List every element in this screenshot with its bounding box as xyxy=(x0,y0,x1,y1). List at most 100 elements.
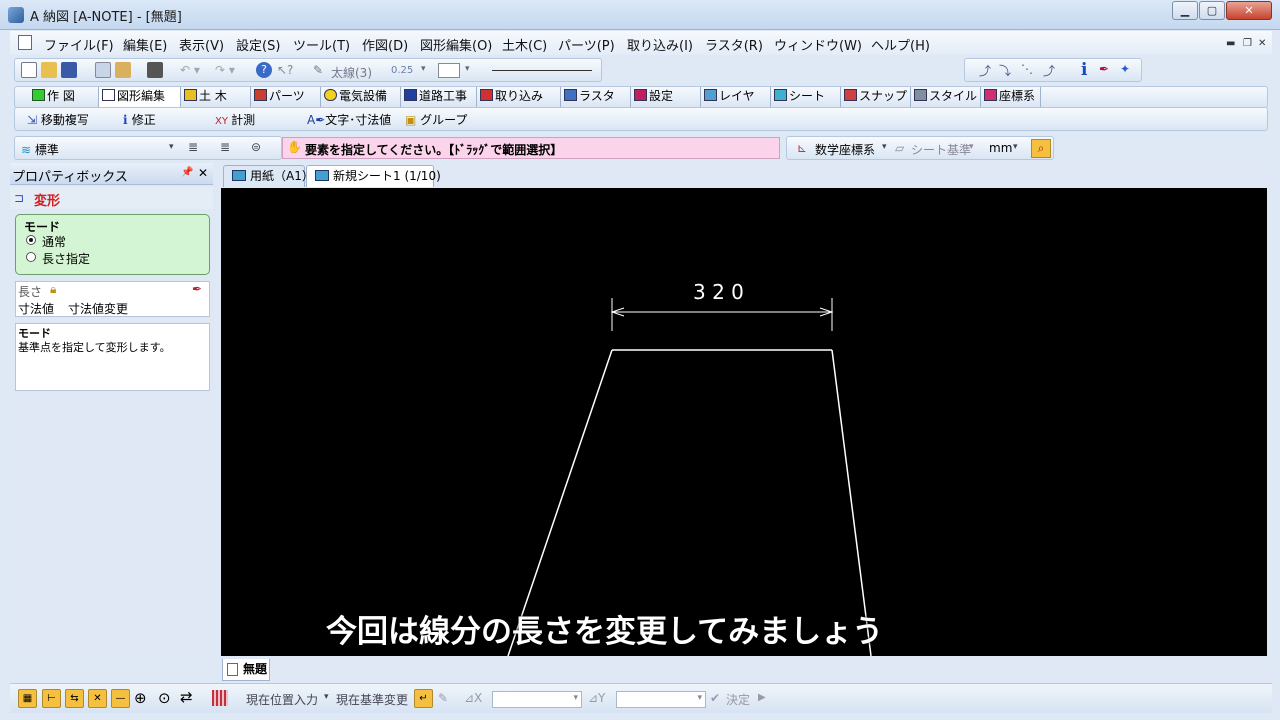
play-icon[interactable]: ▶ xyxy=(758,692,766,703)
pen-icon[interactable]: ✎ xyxy=(438,691,448,705)
snap-midpoint-icon[interactable]: ⤵ xyxy=(999,62,1011,79)
tab-civil[interactable]: 土 木 xyxy=(181,87,251,107)
eyedropper-icon[interactable]: ✒ xyxy=(192,282,202,296)
dimension-change-button[interactable]: 寸法値変更 xyxy=(68,300,128,317)
sheet-base-combo[interactable]: シート基準 xyxy=(911,141,971,158)
new-file-icon[interactable] xyxy=(21,62,37,78)
chevron-down-icon[interactable]: ▾ xyxy=(1013,142,1018,152)
measure-button[interactable]: XY 計測 xyxy=(215,111,255,128)
coordinate-system-combo[interactable]: 数学座標系 xyxy=(815,141,875,158)
save-icon[interactable] xyxy=(61,62,77,78)
zoom-find-icon[interactable]: ⌕ xyxy=(1031,139,1051,158)
maximize-button[interactable]: ▢ xyxy=(1199,1,1225,20)
app-icon[interactable] xyxy=(8,7,24,23)
snap-on-line-icon[interactable]: — xyxy=(111,689,130,708)
snap-point-icon[interactable]: ⊙ xyxy=(158,689,171,707)
base-change-button[interactable]: 現在基準変更 xyxy=(336,691,408,708)
copy-icon[interactable] xyxy=(95,62,111,78)
mdi-restore-icon[interactable]: ❐ xyxy=(1243,38,1252,49)
snap-circle-center-icon[interactable]: ⊕ xyxy=(134,689,147,707)
print-icon[interactable] xyxy=(147,62,163,78)
snap-divide-icon[interactable]: ⋱ xyxy=(1021,62,1033,76)
delta-x-input[interactable]: ▾ xyxy=(492,691,582,708)
paint-icon[interactable]: ✦ xyxy=(1120,62,1130,76)
chevron-down-icon[interactable]: ▾ xyxy=(324,692,329,702)
tab-sheet[interactable]: シート xyxy=(771,87,841,107)
menu-raster[interactable]: ラスタ(R) xyxy=(705,35,763,54)
mdi-minimize-icon[interactable]: ▬ xyxy=(1226,38,1235,49)
tab-draw[interactable]: 作 図 xyxy=(29,87,99,107)
chevron-down-icon[interactable]: ▾ xyxy=(465,64,470,74)
position-input-button[interactable]: 現在位置入力 xyxy=(246,691,318,708)
tab-coordinate[interactable]: 座標系 xyxy=(981,87,1041,107)
menu-civil[interactable]: 土木(C) xyxy=(502,35,547,54)
menu-tools[interactable]: ツール(T) xyxy=(293,35,350,54)
paste-icon[interactable] xyxy=(115,62,131,78)
drawing-canvas[interactable]: 3 2 0 今回は線分の長さを変更してみましょう xyxy=(221,188,1267,656)
info-icon[interactable]: i xyxy=(1081,60,1087,80)
tab-parts[interactable]: パーツ xyxy=(251,87,321,107)
chevron-down-icon[interactable]: ▾ xyxy=(421,64,426,74)
chevron-down-icon[interactable]: ▾ xyxy=(969,142,974,152)
undo-icon[interactable]: ↶ ▾ xyxy=(180,63,200,77)
modify-button[interactable]: i 修正 xyxy=(123,111,156,128)
tab-electrical[interactable]: 電気設備 xyxy=(321,87,401,107)
line-type-combo[interactable]: 太線(3) xyxy=(331,64,372,81)
tab-raster[interactable]: ラスタ xyxy=(561,87,631,107)
menu-settings[interactable]: 設定(S) xyxy=(236,35,280,54)
menu-file[interactable]: ファイル(F) xyxy=(44,35,114,54)
pin-icon[interactable]: 📌 xyxy=(181,167,193,178)
group-button[interactable]: ▣ グループ xyxy=(405,111,467,128)
tab-layer[interactable]: レイヤ xyxy=(701,87,771,107)
snap-divide-icon[interactable]: ⇆ xyxy=(65,689,84,708)
menu-parts[interactable]: パーツ(P) xyxy=(558,35,615,54)
line-style-combo[interactable] xyxy=(492,70,592,71)
menu-shape-edit[interactable]: 図形編集(O) xyxy=(420,35,492,54)
redo-icon[interactable]: ↷ ▾ xyxy=(215,63,235,77)
layer-list-icon[interactable]: ≣ xyxy=(188,140,198,154)
mdi-close-icon[interactable]: ✕ xyxy=(1258,38,1266,49)
grid-display-icon[interactable] xyxy=(212,690,228,706)
context-help-icon[interactable]: ↖? xyxy=(277,63,293,77)
chevron-down-icon[interactable]: ▾ xyxy=(169,142,174,152)
snap-intersection-icon[interactable]: ✕ xyxy=(88,689,107,708)
delta-y-input[interactable]: ▾ xyxy=(616,691,706,708)
panel-close-icon[interactable]: ✕ xyxy=(198,166,208,180)
dimension-text[interactable]: 3 2 0 xyxy=(693,280,744,304)
unit-combo[interactable]: mm xyxy=(989,141,1012,155)
tab-shape-edit[interactable]: 図形編集 xyxy=(99,87,181,107)
snap-point-icon[interactable]: ⤴ xyxy=(979,62,991,79)
text-dimension-button[interactable]: A✒文字･寸法値 xyxy=(307,111,391,128)
help-icon[interactable]: ? xyxy=(256,62,272,78)
color-swatch[interactable] xyxy=(438,63,460,78)
tab-settings[interactable]: 設定 xyxy=(631,87,701,107)
tab-new-sheet[interactable]: 新規シート1 (1/10) xyxy=(306,165,441,187)
tab-paper[interactable]: 用紙（A1） xyxy=(223,165,314,187)
window-tab-untitled[interactable]: 無題 xyxy=(222,659,270,681)
eyedropper-icon[interactable]: ✒ xyxy=(1099,62,1109,76)
layer-all-icon[interactable]: ≣ xyxy=(220,140,230,154)
swap-icon[interactable]: ⇄ xyxy=(180,688,193,706)
move-copy-button[interactable]: ⇲ 移動複写 xyxy=(27,111,89,128)
snap-endpoint-icon[interactable]: ⊢ xyxy=(42,689,61,708)
tab-snap[interactable]: スナップ xyxy=(841,87,911,107)
radio-normal[interactable] xyxy=(26,235,36,245)
confirm-button[interactable]: 決定 xyxy=(726,691,750,708)
menu-window[interactable]: ウィンドウ(W) xyxy=(774,35,862,54)
chevron-down-icon[interactable]: ▾ xyxy=(882,142,887,152)
radio-length[interactable] xyxy=(26,252,36,262)
line-width-combo[interactable]: 0.25 xyxy=(391,65,413,76)
minimize-button[interactable]: ▁ xyxy=(1172,1,1198,20)
tab-style[interactable]: スタイル xyxy=(911,87,981,107)
open-folder-icon[interactable] xyxy=(41,62,57,78)
menu-import[interactable]: 取り込み(I) xyxy=(627,35,693,54)
snap-cross-icon[interactable]: ⤴ xyxy=(1043,62,1055,79)
grid-icon[interactable]: ▦ xyxy=(18,689,37,708)
menu-draw[interactable]: 作図(D) xyxy=(362,35,408,54)
layer-combo[interactable]: ≋ 標準 xyxy=(21,141,181,158)
menu-view[interactable]: 表示(V) xyxy=(179,35,224,54)
close-button[interactable]: ✕ xyxy=(1226,1,1272,20)
tab-import[interactable]: 取り込み xyxy=(477,87,561,107)
tab-road-work[interactable]: 道路工事 xyxy=(401,87,477,107)
menu-edit[interactable]: 編集(E) xyxy=(123,35,167,54)
